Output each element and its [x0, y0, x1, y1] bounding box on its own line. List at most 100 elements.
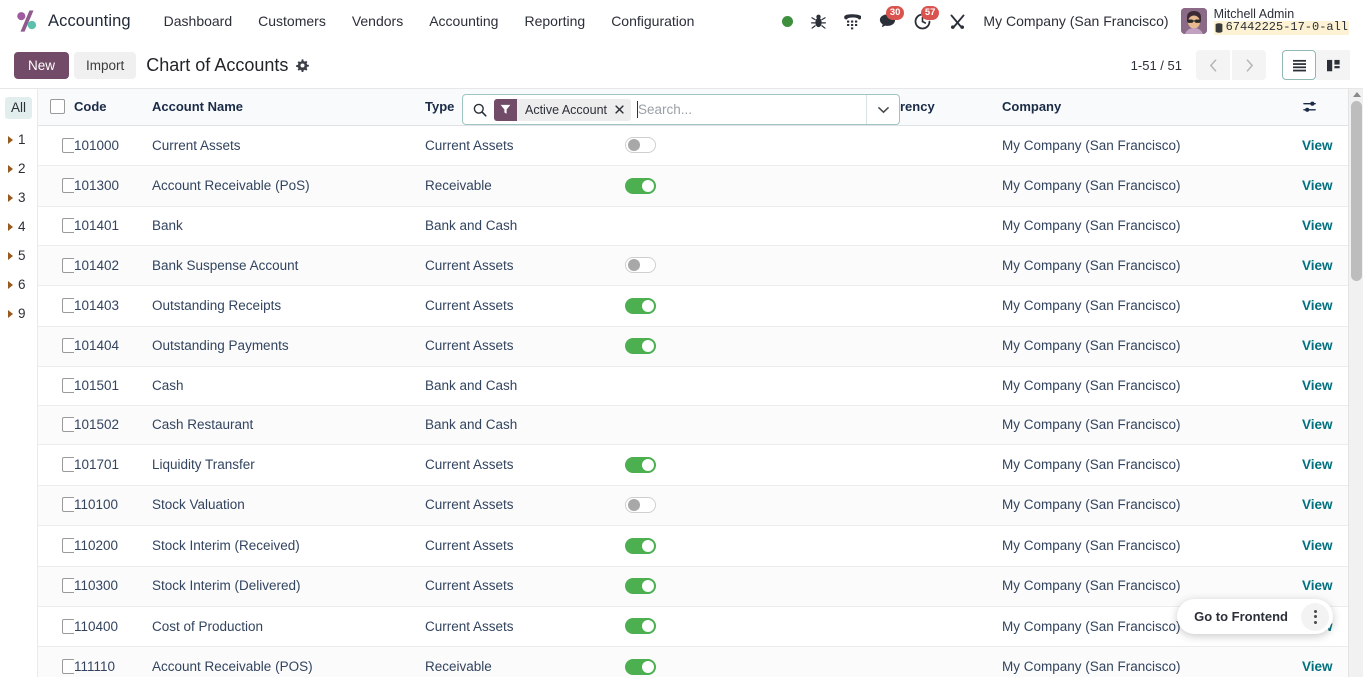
brand-title[interactable]: Accounting [48, 12, 131, 31]
row-checkbox[interactable] [62, 578, 74, 594]
select-all-checkbox[interactable] [50, 99, 65, 114]
row-checkbox[interactable] [62, 178, 74, 194]
column-options-icon[interactable] [1302, 100, 1349, 114]
more-options-icon[interactable] [1301, 602, 1329, 631]
table-row[interactable]: 111110 Account Receivable (POS) Receivable… [38, 646, 1349, 677]
reconciliation-toggle[interactable] [625, 658, 656, 675]
column-header-account-name[interactable]: Account Name [152, 89, 425, 126]
reconciliation-toggle[interactable] [625, 257, 656, 274]
expand-caret-icon[interactable] [8, 135, 13, 144]
sidebar-item-6[interactable]: 6 [0, 270, 37, 299]
reconciliation-toggle[interactable] [625, 577, 656, 594]
search-facet-active-account[interactable]: Active Account [494, 98, 631, 121]
gear-icon[interactable] [296, 58, 310, 72]
activity-clock-icon[interactable]: 57 [905, 4, 940, 38]
odoo-logo-icon[interactable] [14, 8, 40, 34]
view-link[interactable]: View [1302, 258, 1333, 273]
menu-customers[interactable]: Customers [245, 7, 339, 35]
active-company[interactable]: My Company (San Francisco) [975, 13, 1180, 29]
search-bar[interactable]: Active Account [462, 94, 900, 125]
expand-caret-icon[interactable] [8, 280, 13, 289]
table-row[interactable]: 101701 Liquidity Transfer Current Assets My… [38, 444, 1349, 486]
menu-configuration[interactable]: Configuration [598, 7, 707, 35]
reconciliation-toggle[interactable] [625, 618, 656, 635]
view-link[interactable]: View [1302, 218, 1333, 233]
bug-icon[interactable] [802, 4, 835, 38]
row-checkbox[interactable] [62, 298, 74, 314]
table-row[interactable]: 101300 Account Receivable (PoS) Receivable… [38, 165, 1349, 207]
sidebar-item-9[interactable]: 9 [0, 299, 37, 328]
expand-caret-icon[interactable] [8, 309, 13, 318]
expand-caret-icon[interactable] [8, 164, 13, 173]
online-status-dot[interactable] [773, 4, 802, 38]
pager-previous-button[interactable] [1196, 50, 1230, 80]
sidebar-item-5[interactable]: 5 [0, 241, 37, 270]
table-row[interactable]: 101402 Bank Suspense Account Current Asset… [38, 245, 1349, 287]
scroll-up-arrow-icon[interactable] [1353, 92, 1361, 97]
table-row[interactable]: 110400 Cost of Production Current Assets My… [38, 606, 1349, 648]
chat-icon[interactable]: 30 [870, 4, 905, 38]
table-row[interactable]: 110200 Stock Interim (Received) Current As… [38, 525, 1349, 567]
row-checkbox[interactable] [62, 497, 74, 513]
row-checkbox[interactable] [62, 137, 74, 153]
search-input[interactable] [638, 95, 866, 124]
row-checkbox[interactable] [62, 257, 74, 273]
reconciliation-toggle[interactable] [625, 537, 656, 554]
table-row[interactable]: 101404 Outstanding Payments Current Assets… [38, 326, 1349, 368]
row-checkbox[interactable] [62, 378, 74, 394]
row-checkbox[interactable] [62, 537, 74, 553]
view-link[interactable]: View [1302, 497, 1333, 512]
chevron-down-icon[interactable] [866, 95, 899, 124]
view-link[interactable]: View [1302, 578, 1333, 593]
reconciliation-toggle[interactable] [625, 297, 656, 314]
list-view-icon[interactable] [1282, 50, 1316, 80]
row-checkbox[interactable] [62, 456, 74, 472]
table-row[interactable]: 110300 Stock Interim (Delivered) Current A… [38, 566, 1349, 607]
view-link[interactable]: View [1302, 138, 1333, 153]
tools-icon[interactable] [940, 4, 975, 38]
vertical-scrollbar[interactable] [1348, 89, 1363, 677]
expand-caret-icon[interactable] [8, 222, 13, 231]
pager-next-button[interactable] [1232, 50, 1266, 80]
sidebar-item-2[interactable]: 2 [0, 154, 37, 183]
kanban-view-icon[interactable] [1316, 50, 1350, 80]
sidebar-item-all[interactable]: All [5, 97, 32, 119]
table-row[interactable]: 101401 Bank Bank and Cash My Company (San F… [38, 206, 1349, 246]
row-checkbox[interactable] [62, 217, 74, 233]
sidebar-item-1[interactable]: 1 [0, 125, 37, 154]
column-header-code[interactable]: Code [74, 89, 152, 126]
sidebar-item-3[interactable]: 3 [0, 183, 37, 212]
dialpad-icon[interactable] [835, 4, 870, 38]
menu-vendors[interactable]: Vendors [339, 7, 416, 35]
sidebar-item-4[interactable]: 4 [0, 212, 37, 241]
reconciliation-toggle[interactable] [625, 177, 656, 194]
new-button[interactable]: New [14, 51, 70, 79]
row-checkbox[interactable] [62, 618, 74, 634]
row-checkbox[interactable] [62, 338, 74, 354]
import-button[interactable]: Import [74, 51, 137, 79]
table-row[interactable]: 101502 Cash Restaurant Bank and Cash My Com… [38, 405, 1349, 446]
row-checkbox[interactable] [62, 417, 74, 433]
table-row[interactable]: 101501 Cash Bank and Cash My Company (San F… [38, 366, 1349, 407]
user-menu[interactable]: Mitchell Admin 67442225-17-0-all [1180, 7, 1353, 35]
menu-dashboard[interactable]: Dashboard [151, 7, 246, 35]
row-checkbox[interactable] [62, 659, 74, 675]
close-icon[interactable] [614, 98, 631, 121]
view-link[interactable]: View [1302, 538, 1333, 553]
reconciliation-toggle[interactable] [625, 497, 656, 514]
reconciliation-toggle[interactable] [625, 338, 656, 355]
column-header-company[interactable]: Company [1002, 89, 1302, 126]
view-link[interactable]: View [1302, 298, 1333, 313]
reconciliation-toggle[interactable] [625, 456, 656, 473]
expand-caret-icon[interactable] [8, 193, 13, 202]
view-link[interactable]: View [1302, 457, 1333, 472]
go-to-frontend-button[interactable]: Go to Frontend [1183, 603, 1299, 630]
view-link[interactable]: View [1302, 178, 1333, 193]
table-row[interactable]: 110100 Stock Valuation Current Assets My Co… [38, 485, 1349, 527]
view-link[interactable]: View [1302, 659, 1333, 674]
table-row[interactable]: 101000 Current Assets Current Assets My Com… [38, 125, 1349, 167]
view-link[interactable]: View [1302, 378, 1333, 393]
view-link[interactable]: View [1302, 417, 1333, 432]
expand-caret-icon[interactable] [8, 251, 13, 260]
table-row[interactable]: 101403 Outstanding Receipts Current Assets… [38, 285, 1349, 327]
